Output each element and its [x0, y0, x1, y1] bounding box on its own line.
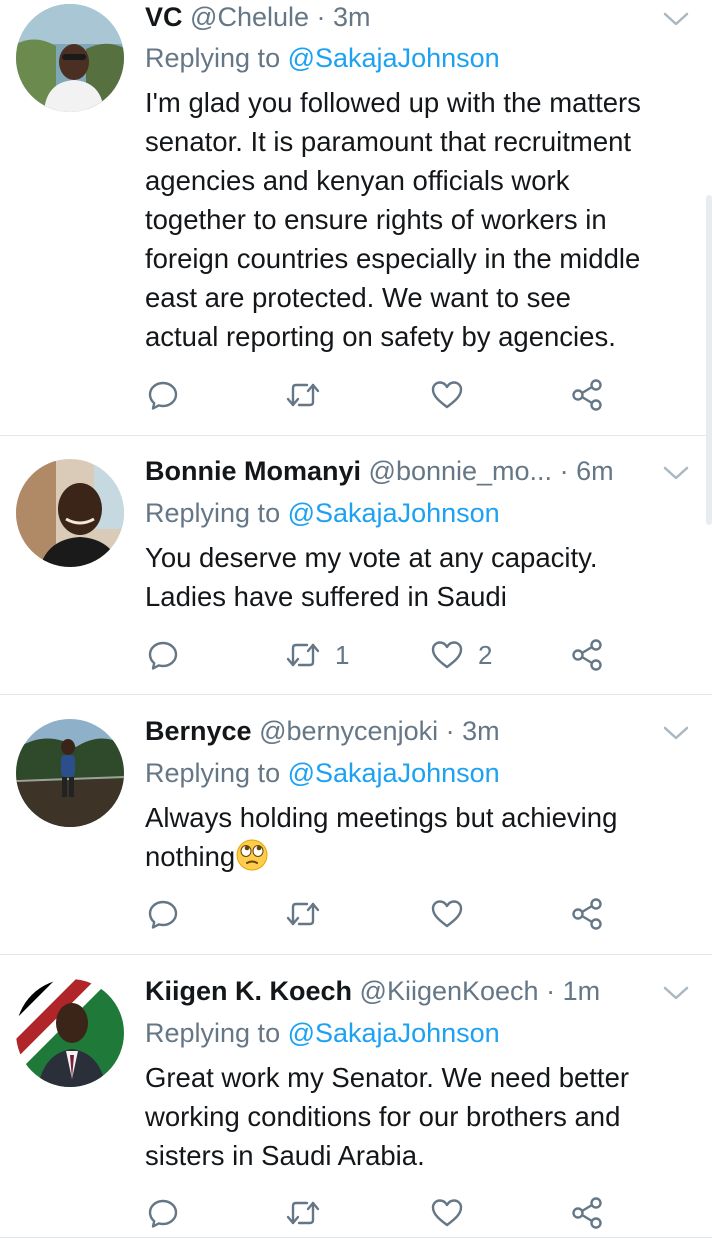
- retweet-icon: [286, 1201, 320, 1225]
- tweet-text: Great work my Senator. We need better wo…: [145, 1058, 700, 1175]
- share-button[interactable]: [570, 635, 604, 675]
- text-line: sisters in Saudi Arabia.: [145, 1140, 425, 1171]
- reply-button[interactable]: [147, 375, 179, 415]
- chevron-down-icon[interactable]: [662, 463, 690, 483]
- retweet-button[interactable]: [285, 894, 321, 934]
- separator: ·: [546, 976, 556, 1006]
- separator: ·: [316, 2, 326, 32]
- share-button[interactable]: [570, 375, 604, 415]
- text-line: Ladies have suffered in Saudi: [145, 581, 507, 612]
- heart-icon: [431, 641, 463, 669]
- author-handle[interactable]: @Chelule: [190, 2, 309, 32]
- text-line: senator. It is paramount that recruitmen…: [145, 126, 632, 157]
- chevron-down-icon[interactable]: [662, 983, 690, 1003]
- share-icon: [572, 898, 602, 930]
- replying-to: Replying to @SakajaJohnson: [145, 41, 500, 75]
- share-button[interactable]: [570, 1193, 604, 1233]
- mention-link[interactable]: @SakajaJohnson: [288, 43, 500, 73]
- reply-button[interactable]: [147, 1193, 179, 1233]
- like-button[interactable]: [430, 1193, 464, 1233]
- author-handle[interactable]: @bernycenjoki: [259, 716, 438, 746]
- like-button[interactable]: 2: [430, 635, 492, 675]
- text-line: working conditions for our brothers and: [145, 1101, 621, 1132]
- author-handle[interactable]: @KiigenKoech: [360, 976, 539, 1006]
- retweet-button[interactable]: [285, 375, 321, 415]
- replying-to: Replying to @SakajaJohnson: [145, 1016, 500, 1050]
- text-line: nothing: [145, 841, 236, 872]
- timestamp[interactable]: 3m: [333, 2, 371, 32]
- avatar[interactable]: [16, 719, 124, 827]
- text-line: together to ensure rights of workers in: [145, 204, 607, 235]
- text-line: Great work my Senator. We need better: [145, 1062, 630, 1093]
- retweet-count: 1: [335, 639, 350, 670]
- reply-icon: [148, 381, 178, 410]
- separator: ·: [559, 456, 569, 486]
- heart-icon: [431, 1199, 463, 1227]
- tweet-text: Always holding meetings but achieving no…: [145, 798, 700, 876]
- chevron-down-icon[interactable]: [662, 9, 690, 29]
- like-button[interactable]: [430, 894, 464, 934]
- mention-link[interactable]: @SakajaJohnson: [288, 498, 500, 528]
- text-line: foreign countries especially in the midd…: [145, 243, 641, 274]
- retweet-icon: [286, 643, 320, 667]
- timestamp[interactable]: 6m: [576, 456, 614, 486]
- separator: ·: [445, 716, 455, 746]
- chevron-down-icon[interactable]: [662, 723, 690, 743]
- text-line: agencies and kenyan officials work: [145, 165, 570, 196]
- heart-icon: [431, 381, 463, 409]
- reply-button[interactable]: [147, 894, 179, 934]
- tweet-card[interactable]: Kiigen K. Koech @KiigenKoech · 1m Replyi…: [0, 955, 712, 1238]
- like-button[interactable]: [430, 375, 464, 415]
- replying-to: Replying to @SakajaJohnson: [145, 496, 500, 530]
- heart-icon: [431, 900, 463, 928]
- text-line: I'm glad you followed up with the matter…: [145, 87, 641, 118]
- timestamp[interactable]: 1m: [563, 976, 601, 1006]
- reply-icon: [148, 1199, 178, 1228]
- reply-icon: [148, 900, 178, 929]
- share-icon: [572, 1197, 602, 1229]
- retweet-button[interactable]: 1: [285, 635, 349, 675]
- author-handle[interactable]: @bonnie_mo...: [369, 456, 553, 486]
- author-name[interactable]: Kiigen K. Koech: [145, 976, 352, 1006]
- text-line: Always holding meetings but achieving: [145, 802, 618, 833]
- retweet-button[interactable]: [285, 1193, 321, 1233]
- avatar[interactable]: [16, 459, 124, 567]
- share-icon: [572, 639, 602, 671]
- avatar[interactable]: [16, 979, 124, 1087]
- replying-to-label: Replying to: [145, 758, 281, 788]
- retweet-icon: [286, 383, 320, 407]
- tweet-card[interactable]: VC @Chelule · 3m Replying to @SakajaJohn…: [0, 0, 712, 436]
- scrollbar[interactable]: [706, 195, 712, 525]
- mention-link[interactable]: @SakajaJohnson: [288, 1018, 500, 1048]
- share-button[interactable]: [570, 894, 604, 934]
- tweet-text: You deserve my vote at any capacity. Lad…: [145, 538, 700, 616]
- author-name[interactable]: Bernyce: [145, 716, 252, 746]
- reply-icon: [148, 641, 178, 670]
- reply-button[interactable]: [147, 635, 179, 675]
- share-icon: [572, 379, 602, 411]
- text-line-with-emoji: nothing: [145, 837, 700, 876]
- text-line: You deserve my vote at any capacity.: [145, 542, 598, 573]
- replying-to-label: Replying to: [145, 498, 281, 528]
- face-with-rolling-eyes: [236, 839, 268, 871]
- timestamp[interactable]: 3m: [462, 716, 500, 746]
- author-name[interactable]: Bonnie Momanyi: [145, 456, 361, 486]
- avatar[interactable]: [16, 4, 124, 112]
- text-line: east are protected. We want to see: [145, 282, 571, 313]
- tweet-text: I'm glad you followed up with the matter…: [145, 83, 700, 356]
- retweet-icon: [286, 902, 320, 926]
- replying-to-label: Replying to: [145, 43, 281, 73]
- author-name[interactable]: VC: [145, 2, 183, 32]
- tweet-card[interactable]: Bernyce @bernycenjoki · 3m Replying to @…: [0, 695, 712, 955]
- replying-to: Replying to @SakajaJohnson: [145, 756, 500, 790]
- text-line: actual reporting on safety by agencies.: [145, 321, 616, 352]
- tweet-card[interactable]: Bonnie Momanyi @bonnie_mo... · 6m Replyi…: [0, 436, 712, 695]
- replying-to-label: Replying to: [145, 1018, 281, 1048]
- like-count: 2: [478, 639, 493, 670]
- mention-link[interactable]: @SakajaJohnson: [288, 758, 500, 788]
